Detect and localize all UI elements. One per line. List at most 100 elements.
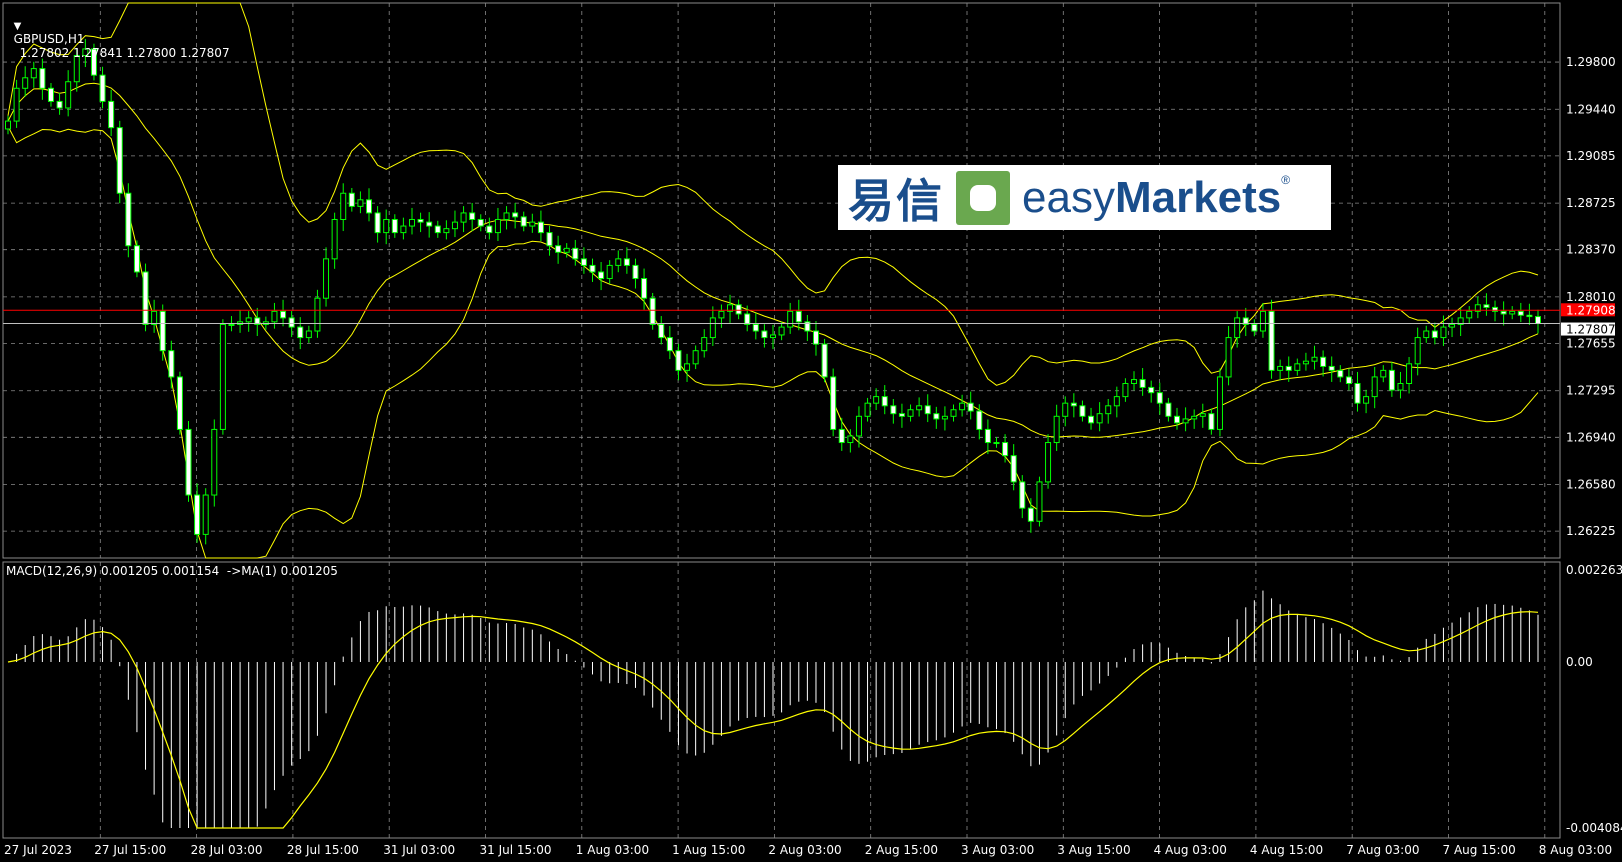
- x-tick-label: 31 Jul 15:00: [480, 843, 552, 857]
- candle-body: [1328, 365, 1335, 371]
- candle-body: [1191, 415, 1198, 420]
- candle-body: [391, 218, 398, 234]
- x-tick-label: 4 Aug 03:00: [1154, 843, 1227, 857]
- candle-body: [1199, 413, 1206, 417]
- macd-panel: [7, 590, 1539, 829]
- candle-body: [632, 264, 639, 280]
- candle-body: [1096, 413, 1103, 424]
- candle-body: [580, 258, 587, 266]
- y-tick-label: 1.29440: [1566, 102, 1616, 116]
- candle-body: [1500, 310, 1507, 315]
- candle-body: [898, 413, 905, 417]
- candle-body: [426, 221, 433, 227]
- candle-body: [761, 330, 768, 339]
- candle-body: [881, 396, 888, 407]
- candle-body: [1113, 396, 1120, 407]
- candle-body: [1002, 442, 1009, 457]
- candle-body: [1010, 455, 1017, 483]
- candle-body: [1070, 402, 1077, 407]
- chart-canvas[interactable]: 1.27908 1.27807 1.29800 1.29440 1.29085 1.28…: [0, 0, 1622, 862]
- candle-body: [125, 192, 132, 247]
- candle-body: [1406, 363, 1413, 384]
- candle-body: [1234, 317, 1241, 339]
- candle-body: [374, 212, 381, 234]
- candle-body: [1027, 507, 1034, 522]
- x-tick-label: 28 Jul 15:00: [287, 843, 359, 857]
- candle-body: [194, 494, 201, 535]
- candle-body: [950, 409, 957, 417]
- candle-body: [1354, 382, 1361, 404]
- candle-body: [486, 225, 493, 234]
- candle-body: [1517, 310, 1524, 316]
- candle-body: [408, 218, 415, 227]
- candle-body: [133, 245, 140, 273]
- candle-body: [1526, 314, 1533, 318]
- candle-body: [666, 337, 673, 352]
- candle-body: [151, 310, 158, 325]
- candle-body: [116, 127, 123, 194]
- candle-body: [1414, 337, 1421, 365]
- candle-body: [176, 376, 183, 430]
- candle-body: [778, 326, 785, 336]
- x-tick-label: 27 Jul 2023: [4, 843, 72, 857]
- candle-body: [1045, 442, 1052, 483]
- candle-body: [1294, 363, 1301, 371]
- candle-body: [537, 221, 544, 234]
- candle-body: [469, 212, 476, 220]
- candle-body: [821, 343, 828, 378]
- x-tick-label: 8 Aug 03:00: [1539, 843, 1612, 857]
- candle-body: [280, 310, 287, 319]
- candle-body: [598, 271, 605, 280]
- candle-body: [211, 428, 218, 496]
- candle-body: [1388, 369, 1395, 391]
- candle-body: [1216, 376, 1223, 430]
- candle-body: [1208, 413, 1215, 430]
- grid: [2, 2, 1561, 839]
- x-tick-label: 1 Aug 03:00: [576, 843, 649, 857]
- candle-body: [503, 212, 510, 220]
- bollinger-middle-band: [7, 82, 1539, 438]
- logo-square-icon: [956, 170, 1010, 225]
- candle-body: [976, 410, 983, 430]
- candle-body: [1088, 415, 1095, 424]
- candle-body: [39, 68, 46, 89]
- candle-body: [323, 258, 330, 299]
- candle-body: [916, 405, 923, 411]
- candle-body: [752, 323, 759, 332]
- candle-body: [417, 218, 424, 223]
- candle-body: [546, 232, 553, 247]
- candle-body: [770, 334, 776, 339]
- candle-body: [5, 120, 11, 130]
- registered-mark: ®: [1281, 173, 1291, 187]
- candle-body: [563, 247, 570, 253]
- candle-body: [366, 199, 373, 214]
- candle-body: [589, 264, 596, 273]
- candle-body: [340, 192, 347, 220]
- main-panel-border: [2, 2, 1561, 559]
- candle-body: [1268, 310, 1275, 371]
- candle-body: [984, 428, 991, 444]
- candle-body: [1156, 392, 1163, 404]
- candle-body: [297, 326, 304, 339]
- candle-body: [1062, 402, 1069, 417]
- x-tick-label: 27 Jul 15:00: [94, 843, 166, 857]
- candle-body: [520, 216, 527, 227]
- candle-body: [271, 310, 278, 323]
- candle-body: [357, 199, 364, 207]
- candle-body: [959, 402, 966, 411]
- candle-body: [47, 87, 54, 102]
- candle-body: [185, 428, 192, 496]
- y-tick-label: 1.28370: [1566, 243, 1616, 257]
- x-tick-label: 1 Aug 15:00: [672, 843, 745, 857]
- candle-body: [1182, 418, 1189, 424]
- candle-body: [572, 247, 579, 260]
- collapse-triangle-icon[interactable]: ▼: [14, 21, 22, 32]
- y-tick-label: 1.27655: [1566, 336, 1616, 350]
- symbol-label: GBPUSD,H1: [13, 32, 85, 46]
- candle-body: [1302, 360, 1309, 365]
- candle-body: [1371, 376, 1378, 398]
- candle-body: [623, 258, 630, 266]
- candle-body: [873, 396, 880, 404]
- candle-body: [1449, 323, 1456, 328]
- candle-body: [787, 310, 794, 328]
